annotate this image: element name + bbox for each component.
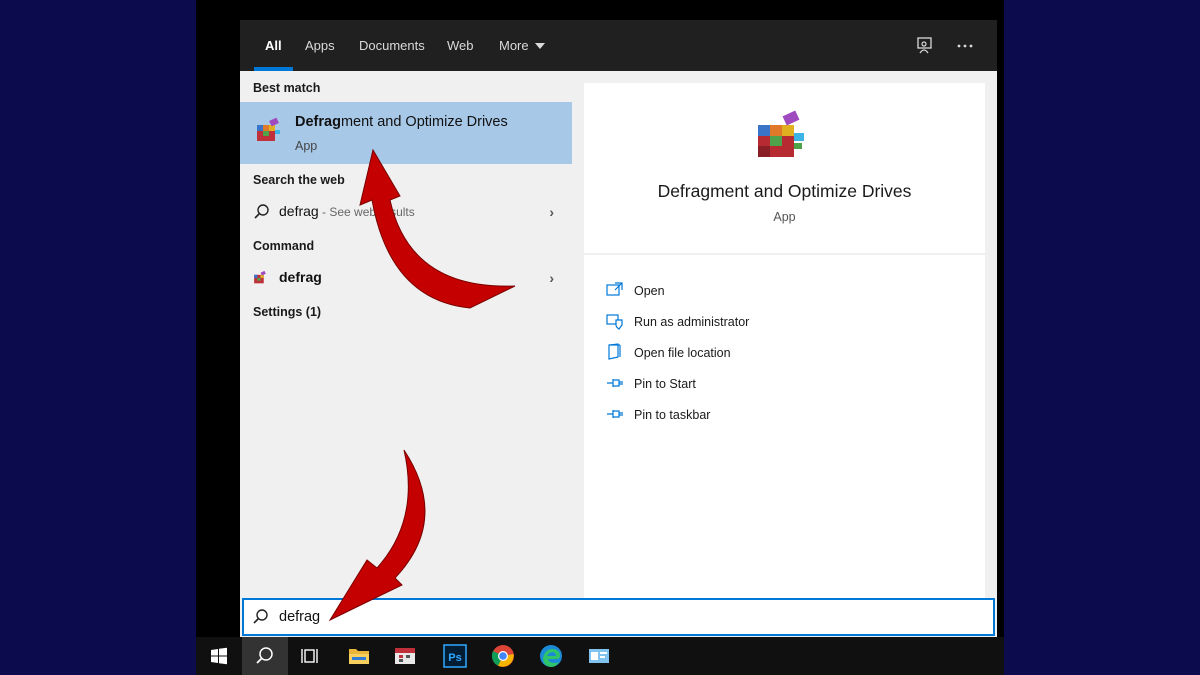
best-match-header: Best match (253, 81, 321, 95)
best-match-subtitle: App (295, 139, 318, 153)
edge-button[interactable] (528, 637, 574, 675)
search-filter-bar: All Apps Documents Web More (240, 20, 997, 71)
more-options-icon[interactable] (953, 34, 977, 58)
defrag-app-icon (257, 117, 280, 141)
search-web-header: Search the web (253, 173, 345, 187)
chrome-icon (491, 645, 514, 667)
preview-card: Defragment and Optimize Drives App (584, 83, 985, 253)
preview-actions: Open Run as administrator Open file loca… (584, 255, 985, 599)
web-result-row[interactable]: defrag - See web results › (240, 195, 572, 229)
results-list: Best match Defragment and Optimize Drive… (240, 71, 572, 599)
best-match-item[interactable]: Defragment and Optimize Drives App (240, 102, 572, 164)
file-explorer-icon (349, 649, 369, 664)
taskbar: Ps (196, 637, 1004, 675)
search-icon (256, 647, 273, 664)
command-header: Command (253, 239, 315, 253)
tab-apps[interactable]: Apps (305, 20, 335, 71)
file-explorer-button[interactable] (336, 637, 382, 675)
web-result-text: defrag - See web results (279, 203, 415, 219)
pin-icon (607, 379, 623, 387)
pin-icon (607, 410, 623, 418)
control-panel-button[interactable] (576, 637, 622, 675)
task-view-button[interactable] (288, 637, 334, 675)
taskbar-search-button[interactable] (242, 637, 288, 675)
chrome-button[interactable] (480, 637, 526, 675)
preview-subtitle: App (773, 210, 796, 224)
settings-header[interactable]: Settings (1) (253, 305, 321, 319)
search-input-value: defrag (279, 609, 321, 625)
windows-start-icon (211, 647, 227, 665)
tab-documents[interactable]: Documents (359, 20, 425, 71)
control-panel-icon (589, 649, 609, 663)
best-match-title: Defragment and Optimize Drives (295, 114, 508, 130)
command-result-label: defrag (279, 269, 322, 285)
file-location-icon (608, 343, 621, 360)
chevron-right-icon[interactable]: › (549, 204, 554, 220)
svg-text:Ps: Ps (448, 652, 461, 664)
calendar-app-icon (395, 648, 415, 664)
start-search-panel: All Apps Documents Web More Best match D… (240, 20, 997, 637)
windows-start-button[interactable] (196, 637, 242, 675)
edge-icon (540, 645, 562, 667)
tab-more[interactable]: More (499, 20, 545, 71)
calendar-app-button[interactable] (382, 637, 428, 675)
task-view-icon (301, 649, 318, 663)
caret-down-icon (534, 43, 545, 49)
feedback-icon[interactable] (913, 34, 937, 58)
tab-more-label: More (499, 38, 529, 53)
search-input[interactable]: defrag (242, 598, 995, 636)
open-icon (606, 282, 623, 296)
shield-icon (606, 314, 623, 330)
chevron-right-icon[interactable]: › (549, 270, 554, 286)
defrag-app-icon (254, 270, 266, 284)
photoshop-button[interactable]: Ps (432, 637, 478, 675)
search-icon (253, 609, 268, 624)
tab-all[interactable]: All (254, 20, 293, 71)
preview-title: Defragment and Optimize Drives (657, 181, 912, 201)
photoshop-icon: Ps (443, 644, 467, 668)
preview-pane: Defragment and Optimize Drives App Open … (584, 83, 985, 599)
tab-web[interactable]: Web (447, 20, 474, 71)
command-result-row[interactable]: defrag › (240, 261, 572, 295)
search-icon (254, 204, 269, 219)
defrag-app-large-icon (758, 110, 804, 157)
